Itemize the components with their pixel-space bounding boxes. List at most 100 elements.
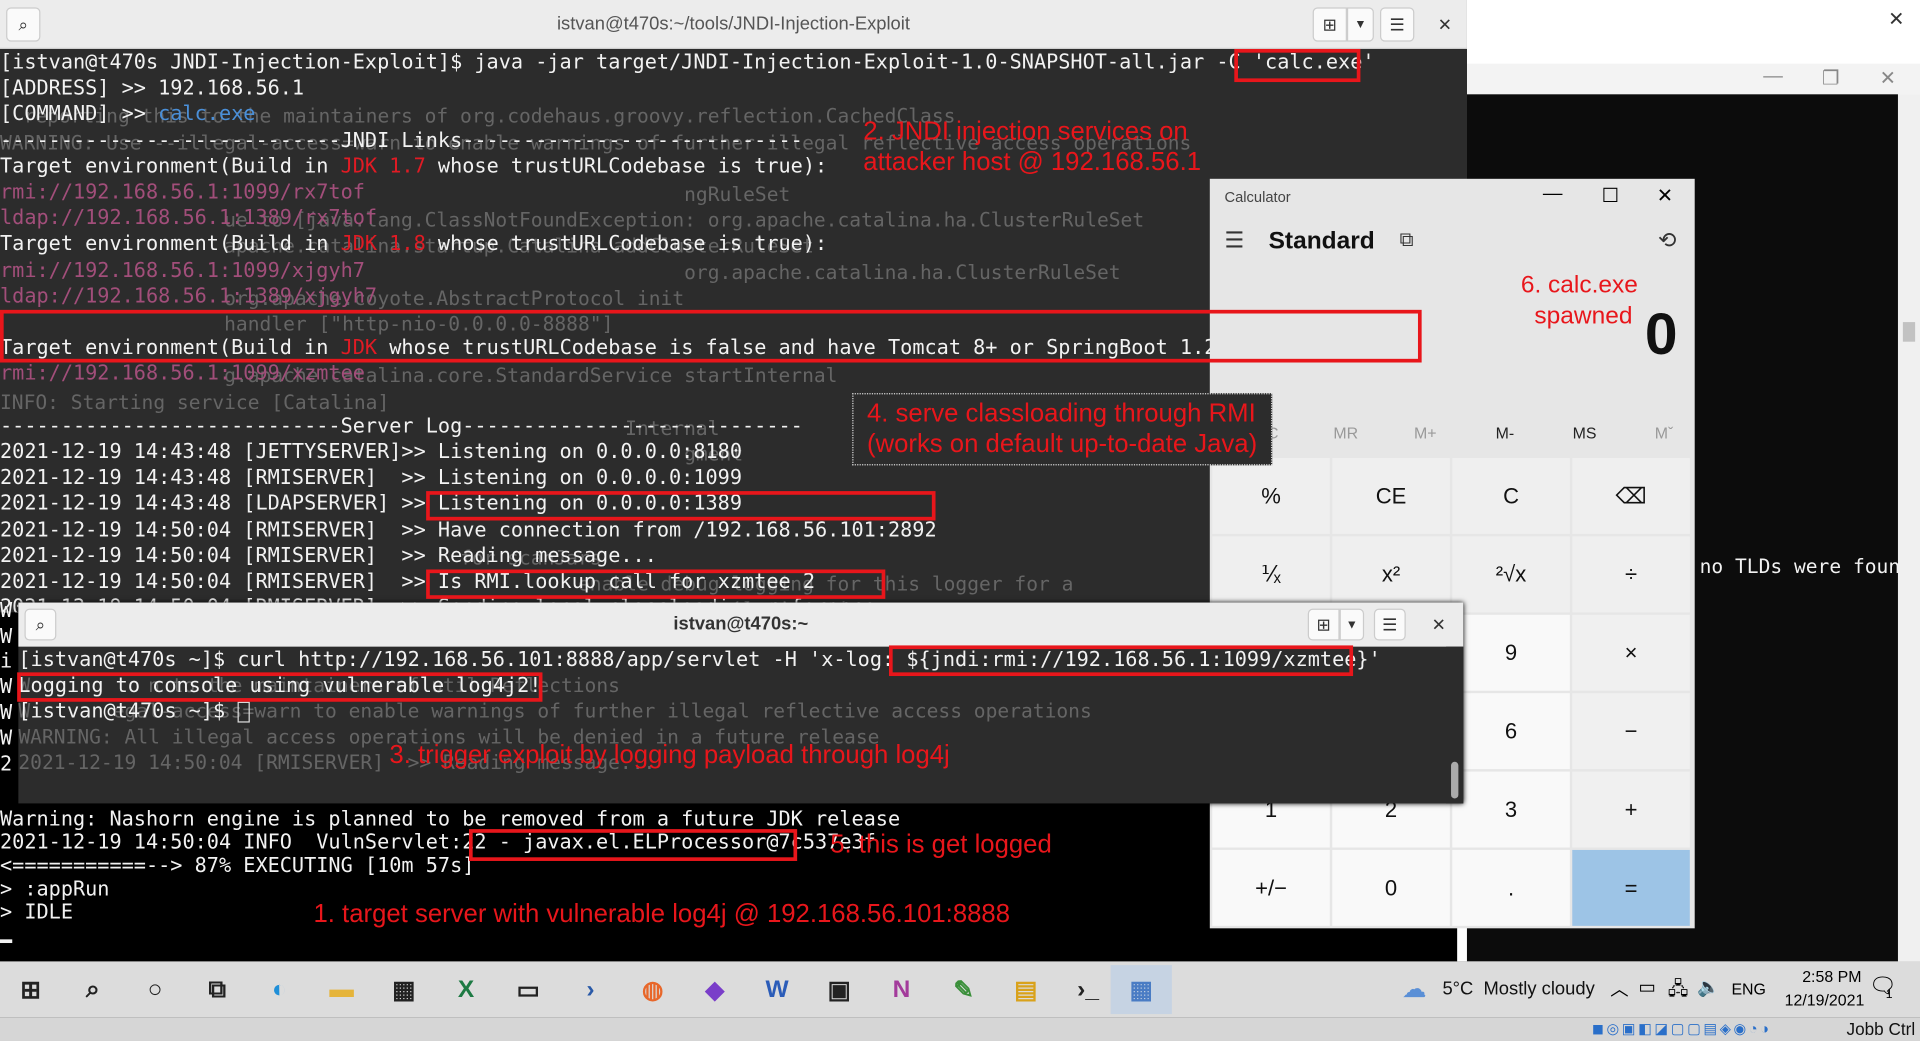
history-icon[interactable]: ⟲ bbox=[1658, 228, 1676, 254]
calculator-icon[interactable]: ▦ bbox=[1110, 965, 1172, 1015]
volume-icon[interactable]: 🔈 bbox=[1697, 976, 1720, 998]
hamburger-icon[interactable]: ☰ bbox=[1225, 228, 1245, 254]
calc-key[interactable]: 3 bbox=[1452, 771, 1570, 848]
cortana-icon[interactable]: ○ bbox=[131, 965, 180, 1014]
control-panel-icon[interactable]: ▣ bbox=[815, 965, 864, 1014]
file-explorer-icon[interactable]: ▬ bbox=[317, 965, 366, 1014]
calc-key[interactable]: +/− bbox=[1212, 849, 1330, 926]
edge-icon[interactable]: ◐ bbox=[255, 965, 304, 1014]
terminal-icon[interactable]: ▭ bbox=[504, 965, 553, 1014]
calc-key[interactable]: ²√x bbox=[1452, 536, 1570, 613]
memory-button[interactable]: M- bbox=[1468, 424, 1541, 442]
memory-button[interactable]: MR bbox=[1309, 424, 1382, 442]
close-icon[interactable]: ✕ bbox=[1429, 7, 1461, 41]
menu-icon[interactable]: ☰ bbox=[1373, 608, 1406, 641]
powershell-icon[interactable]: › bbox=[566, 965, 615, 1014]
prompt-line[interactable]: [istvan@t470s ~]$ bbox=[18, 698, 250, 724]
restore-icon[interactable]: ❐ bbox=[1822, 66, 1840, 90]
chevron-up-icon[interactable]: ︿ bbox=[1610, 976, 1628, 1002]
calc-key[interactable]: ÷ bbox=[1572, 536, 1690, 613]
store-icon[interactable]: ▦ bbox=[379, 965, 428, 1014]
terminal-line: Target environment(Build in JDK 1.7 whos… bbox=[0, 154, 828, 178]
calc-key[interactable]: + bbox=[1572, 771, 1690, 848]
memory-button[interactable]: Mˇ bbox=[1627, 424, 1700, 442]
notification-count: 1 bbox=[1885, 988, 1893, 1002]
calc-key[interactable]: = bbox=[1572, 849, 1690, 926]
calc-key[interactable]: . bbox=[1452, 849, 1570, 926]
battery-icon[interactable]: ▭ bbox=[1638, 976, 1655, 998]
chevron-down-icon[interactable]: ▼ bbox=[1339, 608, 1365, 641]
onenote-icon[interactable]: N bbox=[877, 965, 926, 1014]
calc-titlebar: Calculator — ☐ ✕ bbox=[1210, 179, 1695, 216]
calc-key[interactable]: − bbox=[1572, 693, 1690, 770]
notepad-icon[interactable]: ✎ bbox=[939, 965, 988, 1014]
start-icon[interactable]: ⊞ bbox=[6, 965, 55, 1014]
calc-key[interactable]: ⅟ₓ bbox=[1212, 536, 1330, 613]
window-title: istvan@t470s:~ bbox=[673, 613, 809, 635]
tray-text: Jobb Ctrl bbox=[1846, 1018, 1916, 1039]
console-line: > :appRun bbox=[0, 876, 110, 901]
excel-icon[interactable]: X bbox=[442, 965, 491, 1014]
terminal-line: Target environment(Build in JDK 1.8 whos… bbox=[0, 231, 828, 256]
clock-time[interactable]: 2:58 PM bbox=[1783, 968, 1881, 986]
close-icon[interactable]: ✕ bbox=[1880, 66, 1896, 90]
terminal-line: 2021-12-19 14:50:04 [RMISERVER] >> Readi… bbox=[0, 543, 657, 567]
calc-key[interactable]: 0 bbox=[1332, 849, 1450, 926]
terminal-line: ----------------------------Server Log--… bbox=[0, 413, 803, 437]
console-line: Warning: Nashorn engine is planned to be… bbox=[0, 807, 901, 831]
calc-key[interactable]: 6 bbox=[1452, 693, 1570, 770]
calc-key[interactable]: × bbox=[1572, 614, 1690, 691]
menu-icon[interactable]: ☰ bbox=[1380, 7, 1415, 42]
keep-on-top-icon[interactable]: ⧉ bbox=[1400, 230, 1414, 252]
clock-date[interactable]: 12/19/2021 bbox=[1776, 991, 1874, 1009]
chevron-down-icon[interactable]: ▼ bbox=[1346, 7, 1374, 42]
folders-icon[interactable]: ▤ bbox=[1001, 965, 1050, 1014]
visual-studio-icon[interactable]: ◆ bbox=[690, 965, 739, 1014]
annotation-3: 3. trigger exploit by logging payload th… bbox=[389, 740, 950, 770]
close-icon[interactable]: ✕ bbox=[1888, 7, 1904, 31]
memory-button[interactable]: M+ bbox=[1389, 424, 1462, 442]
calc-key[interactable]: % bbox=[1212, 458, 1330, 534]
highlight-box bbox=[1234, 48, 1361, 83]
terminal-window-curl: ⌕ istvan@t470s:~ ⊞ ▼ ☰ ✕ W n to the main… bbox=[18, 602, 1464, 804]
calc-key[interactable]: 9 bbox=[1452, 614, 1570, 691]
scrollbar[interactable] bbox=[1446, 646, 1464, 804]
annotation-6: 6. calc.exe spawned bbox=[1520, 271, 1638, 330]
search-icon[interactable]: ⌕ bbox=[68, 965, 117, 1014]
calc-key[interactable]: C bbox=[1452, 458, 1570, 534]
cmd-icon[interactable]: ›_ bbox=[1064, 965, 1113, 1014]
close-icon[interactable]: ✕ bbox=[1424, 609, 1453, 641]
close-icon[interactable]: ✕ bbox=[1657, 184, 1673, 208]
weather-text[interactable]: 5°C Mostly cloudy bbox=[1442, 979, 1594, 1000]
calc-key[interactable]: CE bbox=[1332, 458, 1450, 534]
terminal-line: rmi://192.168.56.1:1099/xzmtee bbox=[0, 361, 365, 386]
terminal-line: [ADDRESS] >> 192.168.56.1 bbox=[0, 76, 305, 100]
mode-title: Standard bbox=[1268, 227, 1375, 255]
new-tab-icon[interactable]: ⊞ bbox=[1307, 608, 1340, 641]
minimize-icon[interactable]: — bbox=[1763, 66, 1783, 88]
network-icon[interactable]: 🖧 bbox=[1668, 976, 1688, 1007]
word-icon[interactable]: W bbox=[753, 965, 802, 1014]
highlight-box bbox=[0, 309, 1422, 363]
terminal-line: rmi://192.168.56.1:1099/rx7tof bbox=[0, 180, 365, 204]
terminal-line: [COMMAND] >> calc.exe bbox=[0, 102, 256, 126]
firefox-icon[interactable]: ◍ bbox=[628, 965, 677, 1014]
scrollbar[interactable] bbox=[1897, 94, 1920, 962]
cursor bbox=[237, 701, 250, 723]
new-tab-icon[interactable]: ⊞ bbox=[1312, 7, 1347, 42]
titlebar: ⌕ istvan@t470s:~ ⊞ ▼ ☰ ✕ bbox=[18, 602, 1464, 647]
terminal-line: rmi://192.168.56.1:1099/xjgyh7 bbox=[0, 257, 365, 282]
annotation-5: 5. this is get logged bbox=[830, 830, 1052, 859]
calc-key[interactable]: x² bbox=[1332, 536, 1450, 613]
terminal-line: 2021-12-19 14:43:48 [RMISERVER] >> Liste… bbox=[0, 465, 743, 489]
language[interactable]: ENG bbox=[1731, 980, 1765, 998]
annotation-4: 4. serve classloading through RMI (works… bbox=[866, 399, 1258, 459]
minimize-icon[interactable]: — bbox=[1543, 184, 1563, 206]
task-view-icon[interactable]: ⧉ bbox=[193, 965, 242, 1014]
calc-display: 0 bbox=[1644, 302, 1678, 368]
maximize-icon[interactable]: ☐ bbox=[1602, 184, 1620, 208]
highlight-box bbox=[468, 829, 798, 861]
calc-key[interactable]: ⌫ bbox=[1572, 458, 1690, 534]
weather-icon[interactable]: ☁ bbox=[1402, 974, 1426, 1005]
memory-button[interactable]: MS bbox=[1548, 424, 1621, 442]
